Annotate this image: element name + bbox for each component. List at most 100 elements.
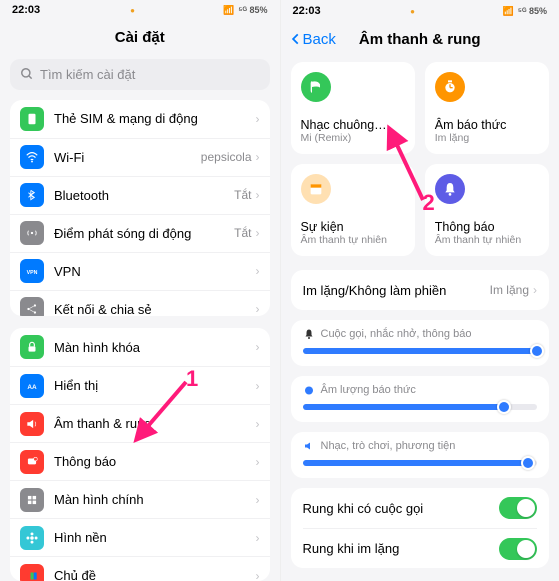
- settings-row-flower[interactable]: Hình nền ›: [10, 518, 270, 556]
- tile-1[interactable]: Âm báo thức Im lặng: [425, 62, 549, 154]
- chevron-right-icon: ›: [256, 340, 260, 354]
- settings-row-sound[interactable]: Âm thanh & rung ›: [10, 404, 270, 442]
- status-bar: 22:03● 📶 ⁵ᴳ 85%: [281, 0, 559, 22]
- header: Back Âm thanh & rung: [281, 22, 559, 56]
- chevron-right-icon: ›: [256, 112, 260, 126]
- chevron-right-icon: ›: [533, 283, 537, 297]
- chevron-right-icon: ›: [256, 226, 260, 240]
- settings-row-sim[interactable]: Thẻ SIM & mạng di động ›: [10, 100, 270, 138]
- tile-sub: Im lặng: [435, 132, 539, 144]
- switch-row-0: Rung khi có cuộc gọi: [303, 488, 538, 528]
- search-input[interactable]: Tìm kiếm cài đặt: [10, 59, 270, 89]
- status-icons: 📶 ⁵ᴳ 85%: [503, 6, 547, 17]
- chevron-right-icon: ›: [256, 493, 260, 507]
- volume-slider-2: Nhạc, trò chơi, phương tiện: [291, 432, 550, 478]
- settings-row-wifi[interactable]: Wi-Fi pepsicola ›: [10, 138, 270, 176]
- chevron-right-icon: ›: [256, 150, 260, 164]
- lock-icon: [20, 335, 44, 359]
- settings-row-share[interactable]: Kết nối & chia sẻ ›: [10, 290, 270, 317]
- settings-row-lock[interactable]: Màn hình khóa ›: [10, 328, 270, 366]
- row-value: Tắt: [234, 226, 251, 240]
- share-icon: [20, 297, 44, 316]
- chevron-right-icon: ›: [256, 379, 260, 393]
- search-icon: [20, 67, 34, 81]
- page-title: Âm thanh & rung: [359, 31, 481, 48]
- wifi-icon: [20, 145, 44, 169]
- row-label: Wi-Fi: [54, 150, 201, 165]
- switch-label: Rung khi có cuộc gọi: [303, 501, 500, 516]
- sim-icon: [20, 107, 44, 131]
- row-label: Hiển thị: [54, 378, 256, 393]
- slider[interactable]: [303, 404, 538, 410]
- tile-3[interactable]: Thông báo Âm thanh tự nhiên: [425, 164, 549, 256]
- group-display: Màn hình khóa ›AA Hiển thị › Âm thanh & …: [10, 328, 270, 581]
- notif-icon: [20, 450, 44, 474]
- volume-slider-1: Âm lượng báo thức: [291, 376, 550, 422]
- tile-0[interactable]: Nhạc chuông… Mi (Remix): [291, 62, 415, 154]
- chevron-right-icon: ›: [256, 302, 260, 316]
- slider-label: Âm lượng báo thức: [303, 384, 538, 396]
- vpn-icon: VPN: [20, 259, 44, 283]
- sound-icon: [20, 412, 44, 436]
- row-label: Chủ đề: [54, 568, 256, 581]
- tile-2[interactable]: Sự kiện Âm thanh tự nhiên: [291, 164, 415, 256]
- toggle[interactable]: [499, 497, 537, 519]
- status-dot-icon: ●: [130, 6, 135, 15]
- toggle[interactable]: [499, 538, 537, 560]
- silent-value: Im lặng: [490, 283, 529, 297]
- tile-sub: Âm thanh tự nhiên: [435, 234, 539, 246]
- settings-row-notif[interactable]: Thông báo ›: [10, 442, 270, 480]
- bt-icon: [20, 183, 44, 207]
- settings-row-hotspot[interactable]: Điểm phát sóng di động Tắt ›: [10, 214, 270, 252]
- chevron-right-icon: ›: [256, 264, 260, 278]
- tile-sub: Mi (Remix): [301, 132, 405, 144]
- status-bar: 22:03● 📶 ⁵ᴳ 85%: [0, 0, 280, 21]
- tile-icon: [435, 174, 465, 204]
- row-label: Thẻ SIM & mạng di động: [54, 111, 256, 126]
- slider[interactable]: [303, 460, 538, 466]
- tile-icon: [301, 72, 331, 102]
- status-icons: 📶 ⁵ᴳ 85%: [223, 5, 267, 16]
- row-label: Hình nền: [54, 530, 256, 545]
- aa-icon: AA: [20, 374, 44, 398]
- status-dot-icon: ●: [410, 7, 415, 16]
- silent-row[interactable]: Im lặng/Không làm phiền Im lặng ›: [291, 270, 550, 310]
- tile-label: Âm báo thức: [435, 118, 539, 132]
- back-button[interactable]: Back: [289, 31, 336, 48]
- row-label: Thông báo: [54, 454, 256, 469]
- home-icon: [20, 488, 44, 512]
- vibrate-group: Rung khi có cuộc gọi Rung khi im lặng: [291, 488, 550, 568]
- settings-row-bt[interactable]: Bluetooth Tắt ›: [10, 176, 270, 214]
- row-label: Kết nối & chia sẻ: [54, 302, 256, 317]
- flower-icon: [20, 526, 44, 550]
- silent-label: Im lặng/Không làm phiền: [303, 283, 490, 298]
- settings-row-aa[interactable]: AA Hiển thị ›: [10, 366, 270, 404]
- row-label: VPN: [54, 264, 256, 279]
- row-label: Màn hình khóa: [54, 340, 256, 355]
- row-label: Điểm phát sóng di động: [54, 226, 234, 241]
- tile-icon: [435, 72, 465, 102]
- tile-icon: [301, 174, 331, 204]
- sound-tiles: Nhạc chuông… Mi (Remix) Âm báo thức Im l…: [281, 56, 559, 270]
- slider[interactable]: [303, 348, 538, 354]
- tile-label: Thông báo: [435, 220, 539, 234]
- row-label: Bluetooth: [54, 188, 234, 203]
- chevron-right-icon: ›: [256, 569, 260, 581]
- settings-row-theme[interactable]: Chủ đề ›: [10, 556, 270, 581]
- chevron-right-icon: ›: [256, 417, 260, 431]
- theme-icon: [20, 564, 44, 581]
- chevron-right-icon: ›: [256, 188, 260, 202]
- row-value: pepsicola: [201, 150, 252, 164]
- tile-sub: Âm thanh tự nhiên: [301, 234, 405, 246]
- slider-label: Nhạc, trò chơi, phương tiện: [303, 440, 538, 452]
- settings-row-home[interactable]: Màn hình chính ›: [10, 480, 270, 518]
- row-value: Tắt: [234, 188, 251, 202]
- settings-row-vpn[interactable]: VPN VPN ›: [10, 252, 270, 290]
- slider-label: Cuộc gọi, nhắc nhở, thông báo: [303, 328, 538, 340]
- chevron-right-icon: ›: [256, 531, 260, 545]
- svg-text:VPN: VPN: [27, 270, 38, 276]
- tile-label: Nhạc chuông…: [301, 118, 405, 132]
- header: Cài đặt: [0, 21, 280, 53]
- switch-row-1: Rung khi im lặng: [303, 528, 538, 568]
- hotspot-icon: [20, 221, 44, 245]
